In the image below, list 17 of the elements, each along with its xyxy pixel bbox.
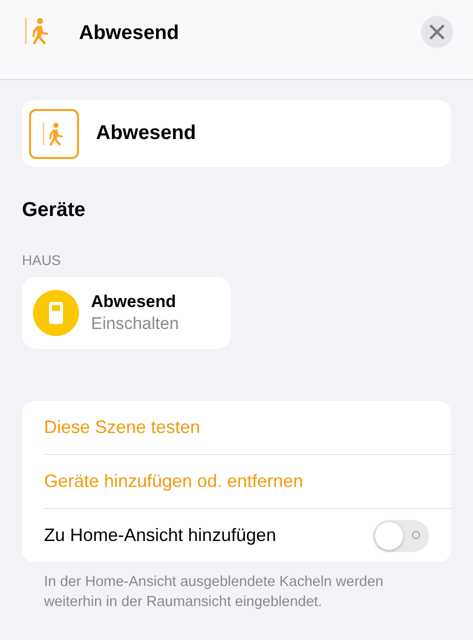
toggle-switch[interactable]	[373, 520, 429, 552]
walking-figure-icon	[42, 120, 66, 146]
scene-icon-tile[interactable]	[29, 108, 79, 158]
scene-card[interactable]: Abwesend	[22, 100, 451, 167]
device-action: Einschalten	[91, 314, 179, 334]
device-tile[interactable]: Abwesend Einschalten	[22, 277, 231, 349]
walking-figure-icon	[24, 16, 51, 46]
close-button[interactable]	[421, 16, 453, 48]
scene-name: Abwesend	[96, 122, 196, 145]
footnote: In der Home-Ansicht ausgeblendete Kacheln werden weiterhin in der Raumansicht eingeblendet.	[43, 573, 384, 612]
switch-icon	[33, 290, 79, 336]
section-title: Geräte	[22, 199, 86, 222]
device-name: Abwesend	[91, 292, 178, 312]
close-icon	[429, 24, 445, 40]
sheet-title: Abwesend	[79, 22, 180, 45]
toggle-label: Zu Home-Ansicht hinzufügen	[44, 525, 278, 546]
room-title: HAUS	[22, 252, 62, 268]
